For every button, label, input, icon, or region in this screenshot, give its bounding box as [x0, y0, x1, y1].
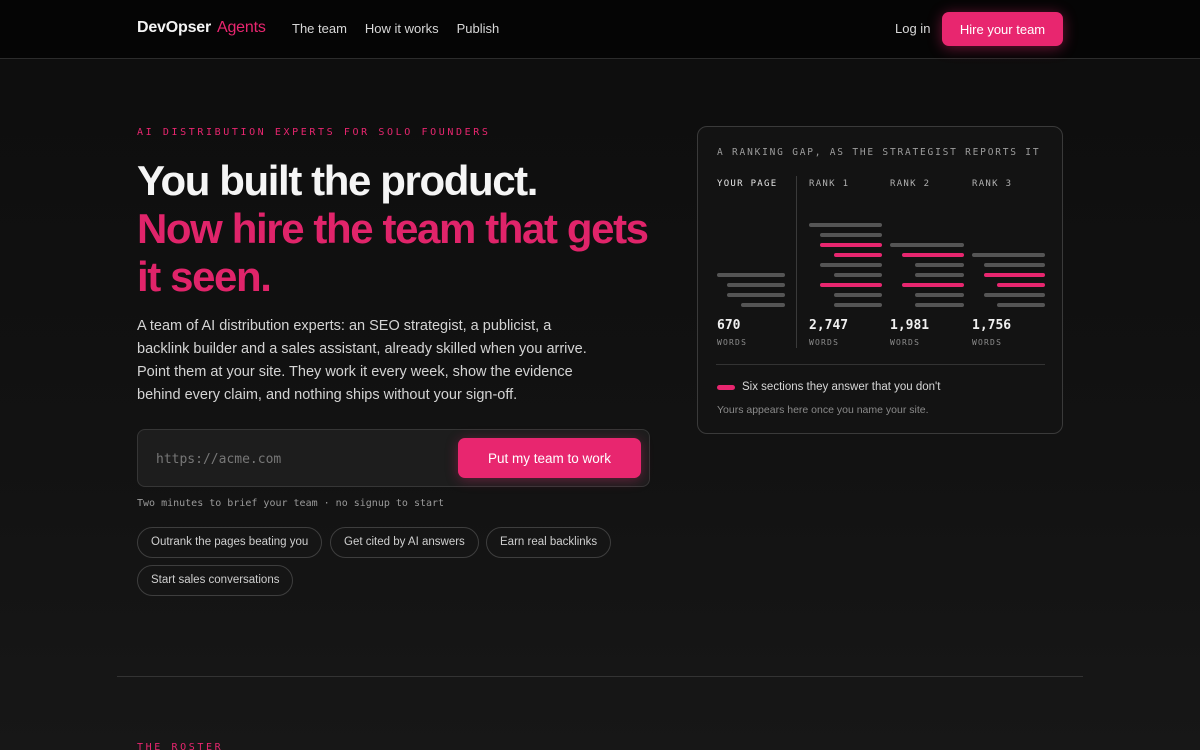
brand-name: DevOpser [137, 19, 211, 36]
unit-label: WORDS [890, 338, 921, 347]
hero-headline: You built the product. Now hire the team… [137, 157, 677, 301]
unit-label: WORDS [972, 338, 1003, 347]
outline-bar [984, 293, 1045, 297]
outline-bar [972, 253, 1045, 257]
outline-bar [984, 263, 1045, 267]
outline-bar [741, 303, 785, 307]
outline-bar [834, 273, 882, 277]
missing-section-bar [984, 273, 1045, 277]
headline-line-1: You built the product. [137, 157, 538, 204]
nav-link-the-team[interactable]: The team [292, 21, 347, 36]
form-hint: Two minutes to brief your team · no sign… [137, 498, 445, 509]
word-count-rank-1: 2,747 [809, 318, 849, 333]
card-footnote: Yours appears here once you name your si… [717, 404, 929, 416]
url-form: Put my team to work [137, 429, 650, 487]
column-divider [796, 176, 797, 348]
chip-sales[interactable]: Start sales conversations [137, 565, 294, 596]
chip-backlinks[interactable]: Earn real backlinks [486, 527, 612, 558]
outline-bar [727, 293, 785, 297]
brand-logo[interactable]: DevOpser Agents [137, 19, 266, 37]
card-divider [716, 364, 1045, 365]
missing-section-bar [834, 253, 882, 257]
ranking-gap-card: A RANKING GAP, AS THE STRATEGIST REPORTS… [697, 126, 1063, 434]
legend-text: Six sections they answer that you don't [742, 381, 941, 393]
section-divider [117, 676, 1083, 677]
missing-section-bar [820, 243, 882, 247]
chip-ai-answers[interactable]: Get cited by AI answers [330, 527, 479, 558]
missing-section-bar [820, 283, 882, 287]
nav-link-how-it-works[interactable]: How it works [365, 21, 439, 36]
col-label-rank-1: RANK 1 [809, 179, 850, 189]
outline-bar [809, 223, 882, 227]
card-title: A RANKING GAP, AS THE STRATEGIST REPORTS… [717, 147, 1041, 158]
headline-line-2: Now hire the team that gets it seen. [137, 205, 649, 300]
outline-bar [834, 293, 882, 297]
nav-links: The team How it works Publish [292, 21, 499, 36]
hero-lead: A team of AI distribution experts: an SE… [137, 318, 587, 403]
hero-eyebrow: AI DISTRIBUTION EXPERTS FOR SOLO FOUNDER… [137, 127, 491, 138]
outline-bar [997, 303, 1045, 307]
site-url-input[interactable] [156, 449, 446, 469]
nav-link-publish[interactable]: Publish [457, 21, 500, 36]
missing-section-bar [902, 283, 964, 287]
put-team-to-work-button[interactable]: Put my team to work [458, 438, 641, 478]
col-label-rank-2: RANK 2 [890, 179, 931, 189]
top-nav: DevOpser Agents The team How it works Pub… [0, 0, 1200, 59]
outline-bar [915, 273, 964, 277]
missing-section-bar [902, 253, 964, 257]
word-count-your-page: 670 [717, 318, 741, 333]
outline-bar [820, 233, 882, 237]
legend-swatch [717, 385, 735, 390]
word-count-rank-2: 1,981 [890, 318, 930, 333]
outline-bar [834, 303, 882, 307]
chip-outrank[interactable]: Outrank the pages beating you [137, 527, 323, 558]
hire-team-button[interactable]: Hire your team [942, 12, 1063, 46]
missing-section-bar [997, 283, 1045, 287]
outline-bar [915, 263, 964, 267]
brand-sub: Agents [217, 19, 266, 36]
outline-bar [915, 303, 964, 307]
outline-bar [717, 273, 785, 277]
unit-label: WORDS [809, 338, 840, 347]
outline-bar [820, 263, 882, 267]
unit-label: WORDS [717, 338, 748, 347]
col-label-rank-3: RANK 3 [972, 179, 1013, 189]
outline-bar [915, 293, 964, 297]
outline-bar [727, 283, 785, 287]
outline-bar [890, 243, 964, 247]
word-count-rank-3: 1,756 [972, 318, 1012, 333]
login-link[interactable]: Log in [895, 21, 930, 36]
col-label-your-page: YOUR PAGE [717, 179, 778, 189]
roster-eyebrow: THE ROSTER [137, 742, 224, 750]
